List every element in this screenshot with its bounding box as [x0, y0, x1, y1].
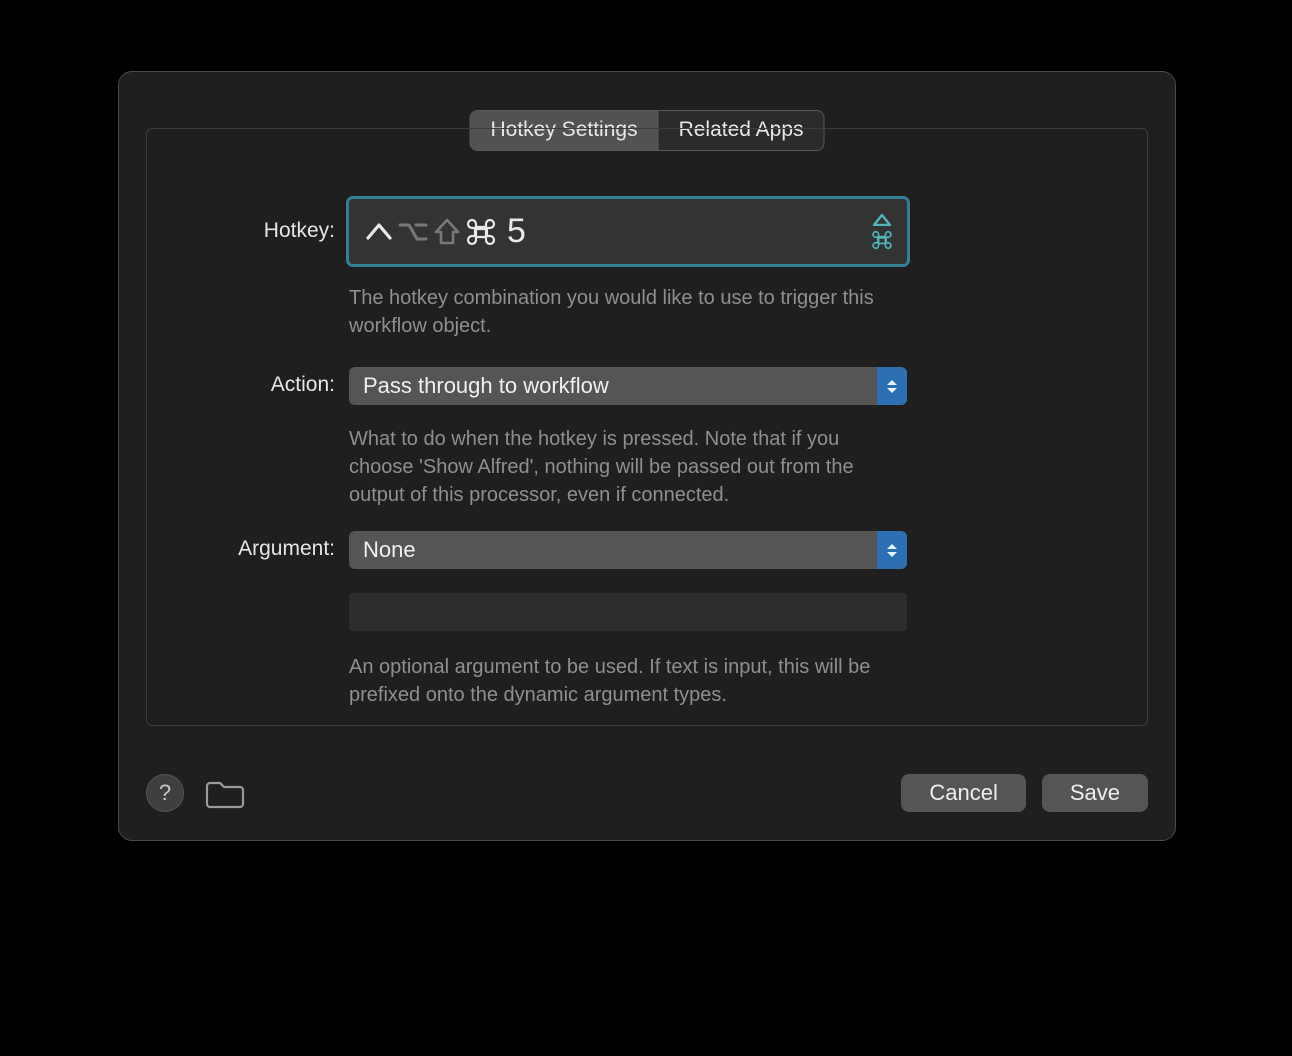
action-select-value: Pass through to workflow: [363, 373, 609, 399]
hotkey-key: 5: [507, 212, 526, 251]
argument-select-value: None: [363, 537, 416, 563]
hotkey-help-text: The hotkey combination you would like to…: [349, 284, 907, 340]
hotkey-settings-dialog: Hotkey Settings Related Apps Hotkey:: [118, 71, 1176, 841]
settings-panel: Hotkey:: [146, 128, 1148, 726]
action-help-text: What to do when the hotkey is pressed. N…: [349, 425, 907, 509]
argument-select[interactable]: None: [349, 531, 907, 569]
hotkey-label: Hotkey:: [147, 199, 349, 243]
hotkey-input[interactable]: 5: [349, 199, 907, 264]
action-label: Action:: [147, 367, 349, 397]
reveal-folder-button[interactable]: [204, 777, 246, 809]
argument-text-input[interactable]: [349, 593, 907, 631]
select-arrows-icon: [877, 531, 907, 569]
save-button[interactable]: Save: [1042, 774, 1148, 812]
modifier-option-icon: [397, 216, 429, 248]
hotkey-clear-icon[interactable]: [871, 213, 893, 251]
modifier-control-icon: [363, 216, 395, 248]
cancel-button[interactable]: Cancel: [901, 774, 1025, 812]
modifier-shift-icon: [431, 216, 463, 248]
select-arrows-icon: [877, 367, 907, 405]
dialog-footer: ? Cancel Save: [146, 774, 1148, 812]
argument-help-text: An optional argument to be used. If text…: [349, 653, 907, 709]
argument-label: Argument:: [147, 531, 349, 561]
action-select[interactable]: Pass through to workflow: [349, 367, 907, 405]
modifier-command-icon: [465, 216, 497, 248]
help-button[interactable]: ?: [146, 774, 184, 812]
